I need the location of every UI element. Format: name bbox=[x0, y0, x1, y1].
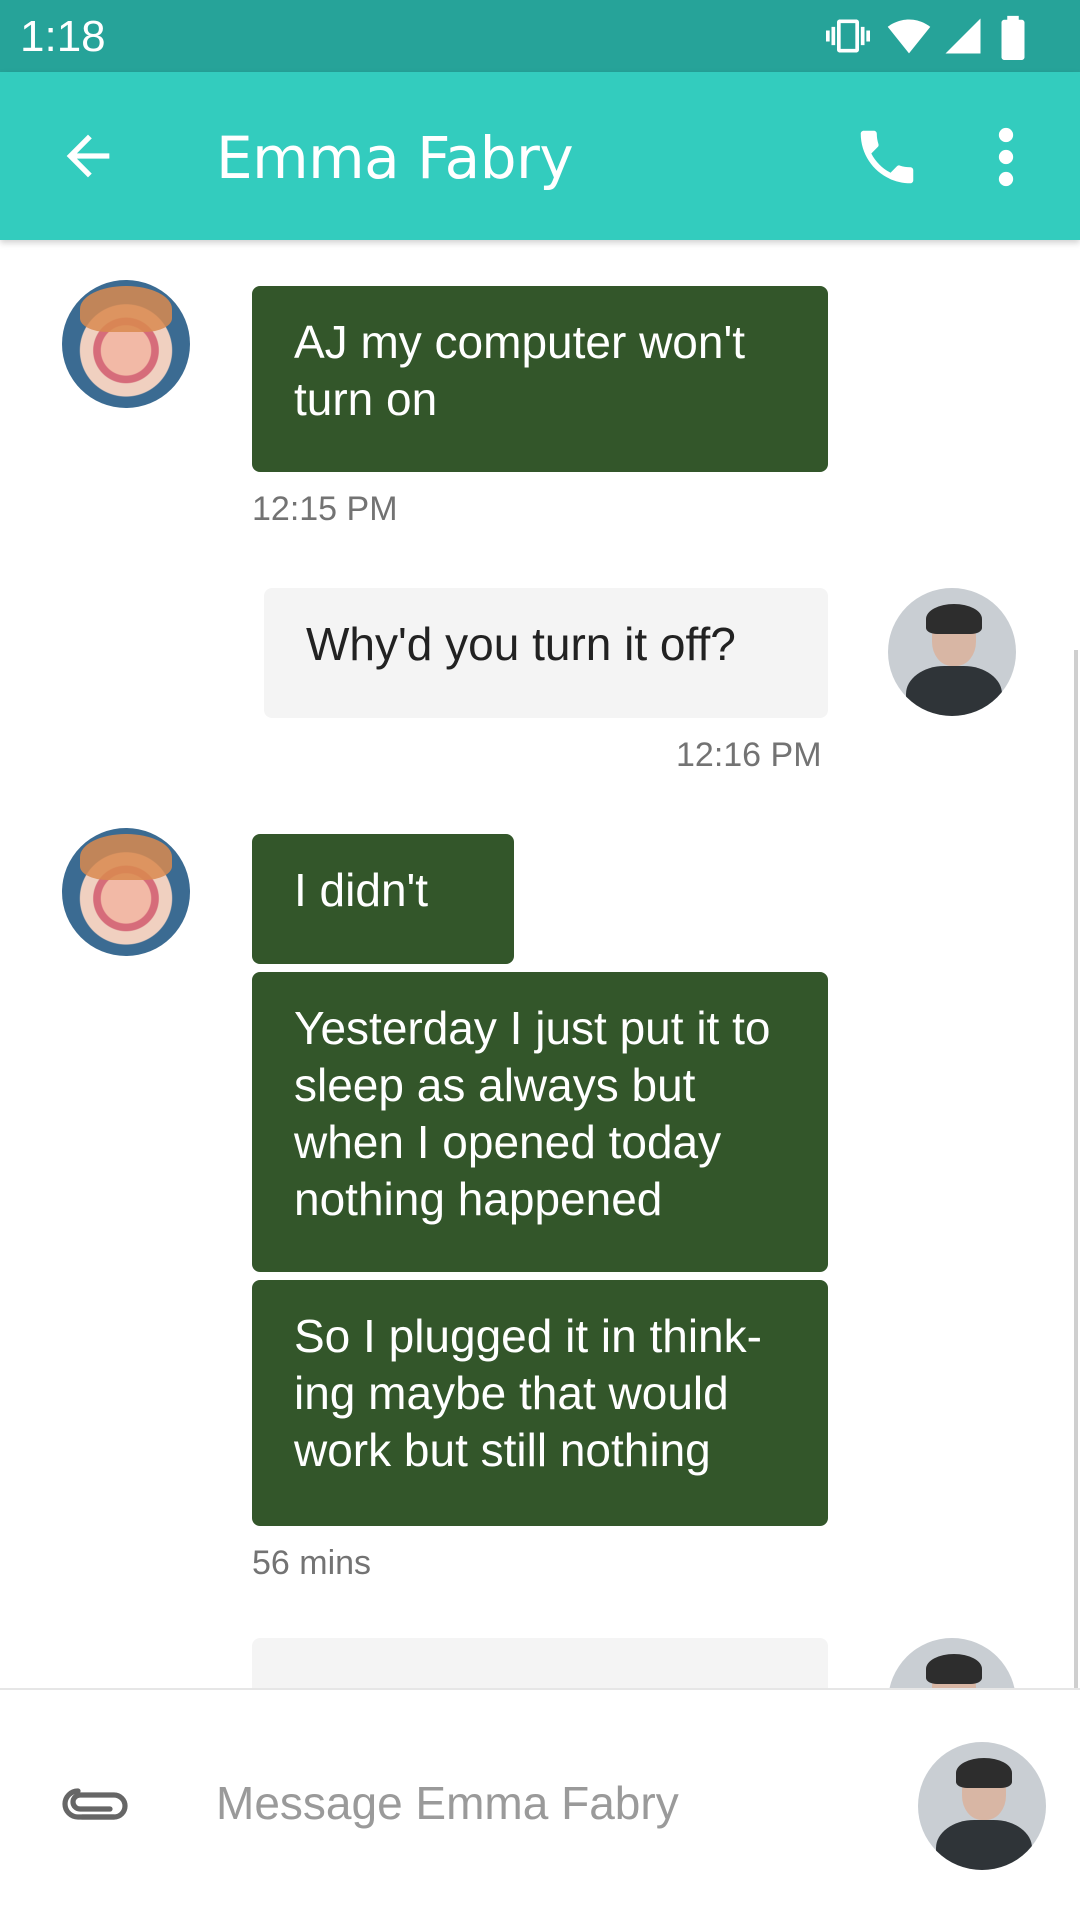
signal-icon bbox=[945, 18, 981, 54]
message-bubble[interactable]: I didn't bbox=[252, 834, 514, 964]
message-bubble[interactable]: AJ my computer won't turn on bbox=[252, 286, 828, 472]
self-avatar[interactable] bbox=[888, 588, 1016, 716]
scrollbar[interactable] bbox=[1074, 650, 1078, 1688]
message-bubble[interactable]: So I plugged it in think-ing maybe that … bbox=[252, 1280, 828, 1526]
avatar-body bbox=[906, 666, 1002, 716]
battery-icon bbox=[1001, 15, 1025, 60]
message-list[interactable]: AJ my computer won't turn on 12:15 PM Wh… bbox=[0, 240, 1080, 1688]
status-time: 1:18 bbox=[20, 12, 106, 61]
avatar-hair bbox=[926, 604, 982, 634]
message-bubble[interactable]: Why'd you turn it off? bbox=[264, 588, 828, 718]
status-bar: 1:18 bbox=[0, 0, 1080, 72]
send-avatar-button[interactable] bbox=[918, 1742, 1046, 1870]
status-icons bbox=[820, 0, 1080, 72]
more-vert-icon[interactable] bbox=[986, 124, 1026, 190]
attachment-icon[interactable] bbox=[62, 1780, 130, 1830]
vibrate-icon bbox=[826, 19, 870, 53]
conversation-title: Emma Fabry bbox=[216, 124, 574, 192]
avatar-body bbox=[936, 1820, 1032, 1870]
message-bubble[interactable] bbox=[252, 1638, 828, 1688]
avatar-hair bbox=[956, 1758, 1012, 1788]
wifi-icon bbox=[887, 19, 931, 54]
self-avatar[interactable] bbox=[888, 1638, 1016, 1688]
message-timestamp: 12:15 PM bbox=[252, 490, 398, 528]
phone-icon[interactable] bbox=[852, 122, 922, 192]
message-timestamp: 56 mins bbox=[252, 1544, 372, 1582]
message-timestamp: 12:16 PM bbox=[676, 736, 822, 774]
contact-avatar[interactable] bbox=[62, 280, 190, 408]
conversation-screen: 1:18 Emma Fabry AJ my computer won't tur… bbox=[0, 0, 1080, 1920]
app-bar: Emma Fabry bbox=[0, 72, 1080, 240]
contact-avatar[interactable] bbox=[62, 828, 190, 956]
back-arrow-icon[interactable] bbox=[56, 124, 120, 188]
message-bubble[interactable]: Yesterday I just put it to sleep as alwa… bbox=[252, 972, 828, 1272]
avatar-hair bbox=[926, 1654, 982, 1684]
message-composer bbox=[0, 1688, 1080, 1920]
message-input[interactable] bbox=[216, 1760, 876, 1846]
